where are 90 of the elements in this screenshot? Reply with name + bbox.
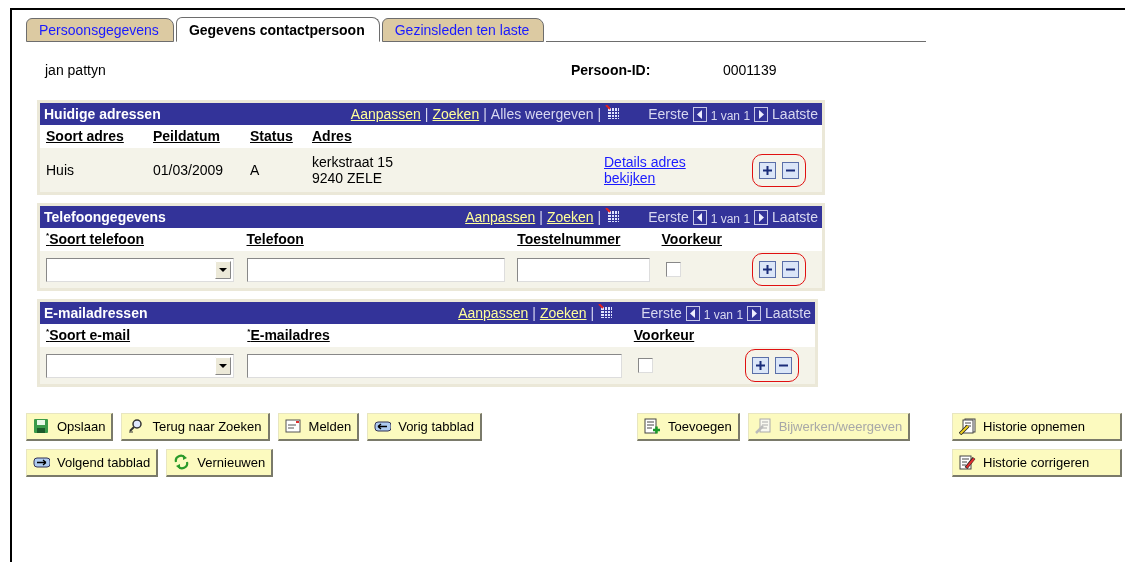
column-header[interactable]: Peildatum <box>153 128 220 144</box>
column-header[interactable]: Status <box>250 128 293 144</box>
separator: | <box>590 305 595 321</box>
table-cell: A <box>250 162 260 178</box>
page-count: 1 van 1 <box>710 108 751 123</box>
tab[interactable]: Gezinsleden ten laste <box>381 18 545 42</box>
message-icon <box>284 418 302 435</box>
toolbar-button[interactable]: Opslaan <box>26 413 114 441</box>
column-header[interactable]: $^{*}$Soort telefoon <box>46 231 144 247</box>
dropdown-field[interactable] <box>46 353 234 378</box>
toolbar-button[interactable]: Historie corrigeren <box>952 449 1122 477</box>
left-arrow-icon <box>374 418 392 435</box>
remove-row-icon <box>781 261 799 278</box>
first-label: Eerste <box>641 305 682 321</box>
grid-view-icon[interactable] <box>605 207 621 223</box>
next-icon <box>754 209 769 225</box>
toolbar-button[interactable]: Terug naar Zoeken <box>121 413 270 441</box>
pencil-document-icon <box>959 418 976 435</box>
page-count: 1 van 1 <box>710 211 751 226</box>
separator: | <box>483 106 487 122</box>
remove-row-icon <box>774 357 792 374</box>
person-name: jan pattyn <box>45 62 107 78</box>
grid-title: E-mailadressen <box>44 305 149 321</box>
column-header[interactable]: Adres <box>312 128 352 144</box>
column-header[interactable]: Voorkeur <box>661 231 722 247</box>
column-header[interactable]: Telefoon <box>246 231 304 247</box>
dropdown-arrow-icon <box>215 260 231 279</box>
add-row-icon <box>758 261 776 278</box>
toolbar-button[interactable]: Vernieuwen <box>166 449 274 477</box>
id-value: 0001139 <box>723 62 777 78</box>
separator: | <box>539 209 543 225</box>
grid-link[interactable]: Aanpassen <box>465 209 536 225</box>
dropdown-field[interactable] <box>46 257 234 282</box>
edit-document-icon <box>959 454 976 471</box>
column-header[interactable]: Soort adres <box>46 128 124 144</box>
last-label: Laatste <box>772 209 818 225</box>
tab[interactable]: Gegevens contactpersoon <box>175 17 380 42</box>
separator: | <box>532 305 536 321</box>
last-label: Laatste <box>765 305 811 321</box>
separator: | <box>424 106 429 122</box>
grid-link[interactable]: Zoeken <box>539 305 587 321</box>
toolbar-button[interactable]: Historie opnemen <box>952 413 1122 441</box>
grid-title: Telefoongegevens <box>44 209 167 225</box>
column-header[interactable]: Voorkeur <box>633 327 695 343</box>
separator: | <box>597 106 602 122</box>
grid-link[interactable]: Zoeken <box>432 106 480 122</box>
checkbox[interactable] <box>637 358 653 373</box>
last-label: Laatste <box>772 106 818 122</box>
add-row-icon <box>751 357 769 374</box>
toolbar-button[interactable]: Vorig tabblad <box>367 413 483 441</box>
refresh-icon <box>173 454 191 471</box>
toolbar-button[interactable]: Volgend tabblad <box>26 449 159 477</box>
checkbox[interactable] <box>665 262 681 277</box>
tab[interactable]: Persoonsgegevens <box>26 18 174 42</box>
grid-view-icon[interactable] <box>598 303 614 319</box>
column-header[interactable]: $^{*}$Soort e-mail <box>46 327 131 343</box>
dropdown-arrow-icon <box>215 356 231 375</box>
link-text: Alles weergeven <box>490 106 594 122</box>
table-cell: kerkstraat 15 9240 ZELE <box>312 154 393 186</box>
first-label: Eerste <box>648 106 689 122</box>
previous-icon <box>685 305 700 321</box>
column-header[interactable]: $^{*}$E-mailadres <box>247 327 330 343</box>
toolbar-button: Bijwerken/weergeven <box>747 413 911 441</box>
grid-link[interactable]: Zoeken <box>546 209 594 225</box>
previous-icon <box>692 106 707 122</box>
previous-icon <box>692 209 707 225</box>
grid-view-icon[interactable] <box>605 104 621 120</box>
first-label: Eerste <box>648 209 689 225</box>
page-count: 1 van 1 <box>703 307 744 322</box>
table-cell: 01/03/2009 <box>153 162 224 178</box>
input-field[interactable] <box>246 257 506 282</box>
toolbar-button[interactable]: Melden <box>277 413 360 441</box>
next-icon <box>754 106 769 122</box>
details-link[interactable]: Details adres bekijken <box>604 154 724 186</box>
right-arrow-icon <box>33 454 50 471</box>
input-field[interactable] <box>517 257 650 282</box>
next-icon <box>747 305 762 321</box>
edit-document-icon <box>754 418 772 435</box>
separator: | <box>597 209 602 225</box>
column-header[interactable]: Toestelnummer <box>517 231 621 247</box>
grid-title: Huidige adressen <box>44 106 162 122</box>
id-label: Persoon-ID: <box>571 62 652 78</box>
grid-link[interactable]: Aanpassen <box>458 305 529 321</box>
add-document-icon <box>644 418 661 435</box>
add-row-icon <box>759 161 776 179</box>
grid-link[interactable]: Aanpassen <box>350 106 421 122</box>
toolbar-button[interactable]: Toevoegen <box>637 413 740 441</box>
remove-row-icon <box>782 161 799 179</box>
table-cell: Huis <box>46 162 74 178</box>
input-field[interactable] <box>247 353 622 378</box>
